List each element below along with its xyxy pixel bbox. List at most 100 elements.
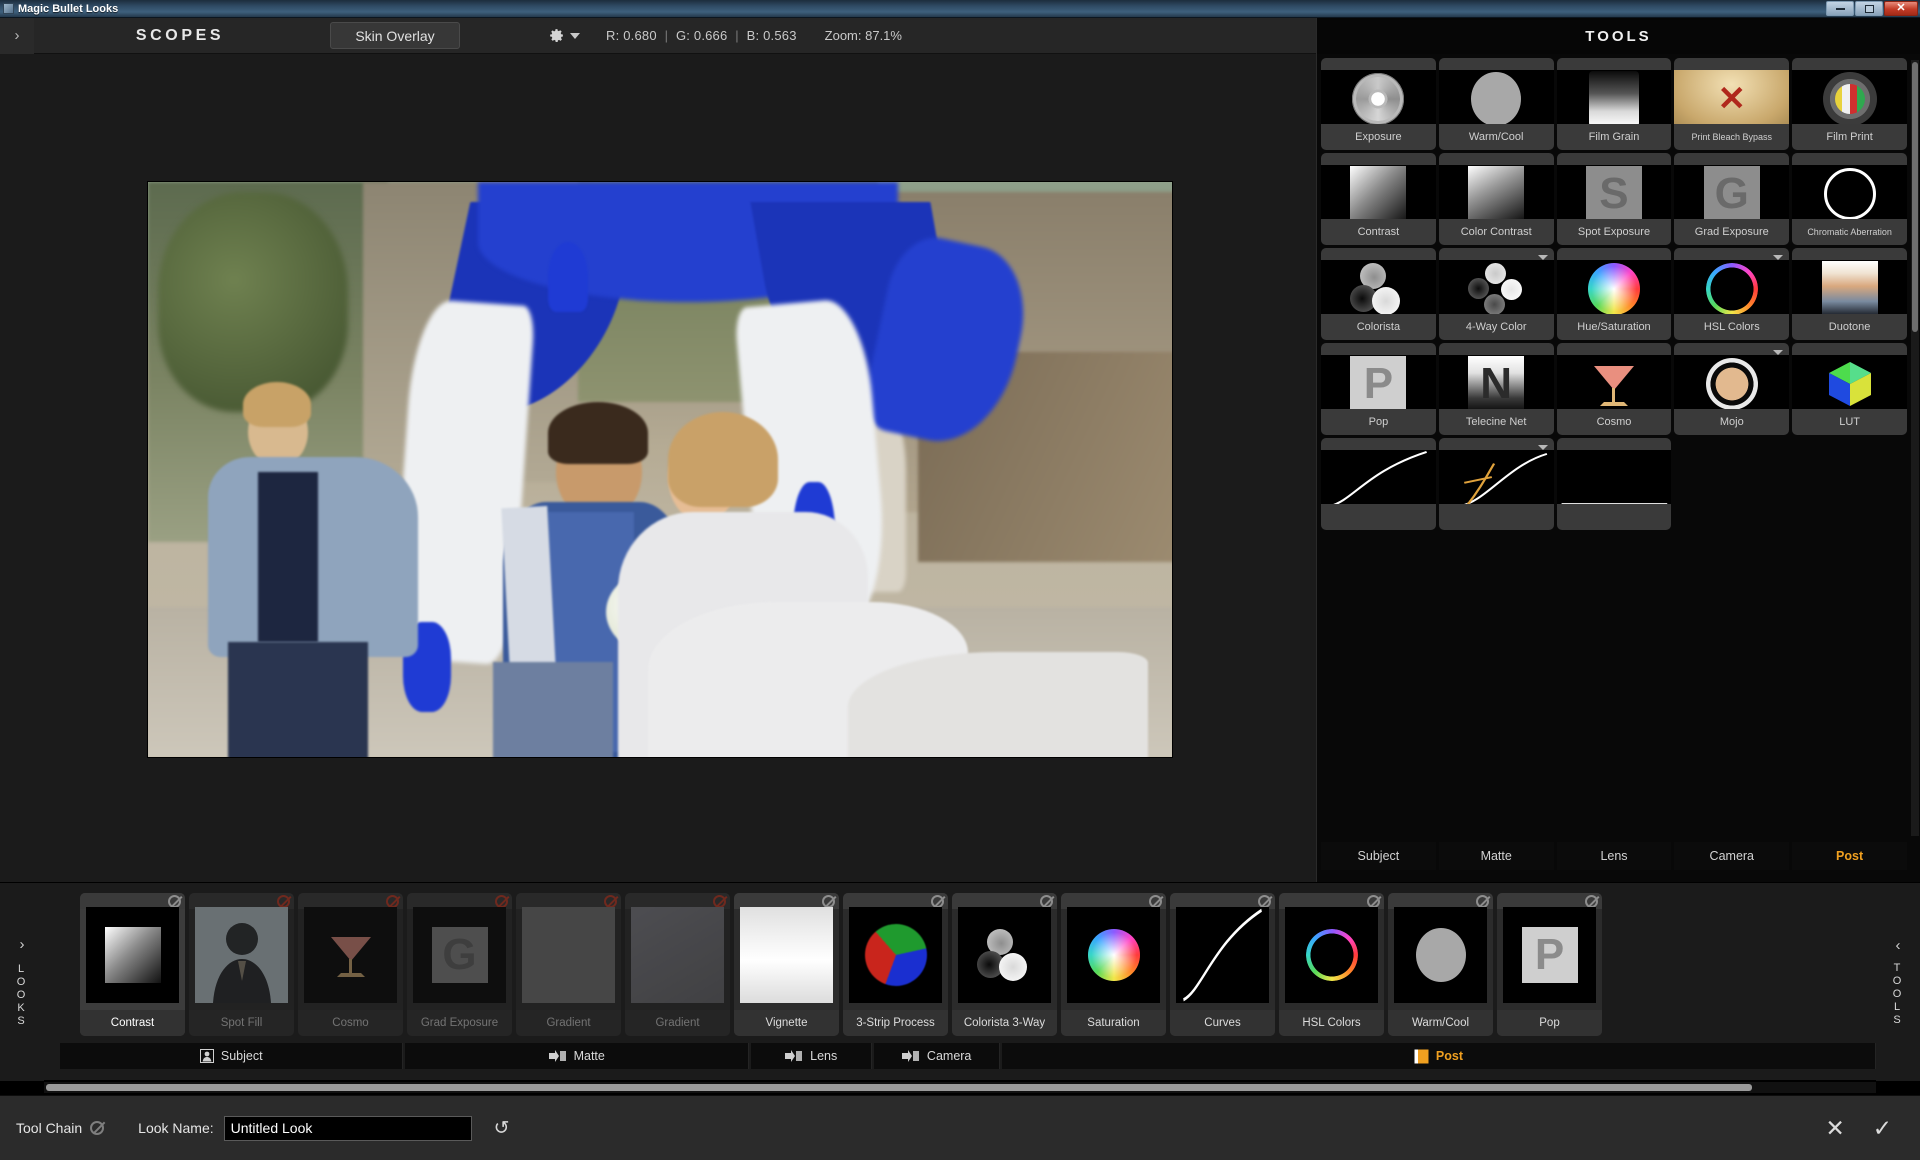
tool-item[interactable]: N Telecine Net [1438,343,1554,435]
letter-p-icon: P [1350,356,1407,412]
tool-item[interactable]: Colorista [1321,248,1436,340]
tool-item-thumbnail [1674,355,1790,413]
tool-item[interactable]: Film Grain [1556,58,1672,150]
tool-item[interactable]: HSL Colors [1674,248,1790,340]
tool-item-label: Chromatic Aberration [1792,219,1907,245]
matte-curve-icon [1438,450,1554,508]
tool-chain-item-thumbnail [86,907,179,1003]
tool-item-label [1321,504,1436,530]
chain-tab-matte[interactable]: Matte [405,1043,749,1069]
tools-rail[interactable]: ‹ TOOLS [1876,883,1920,1081]
tools-collapse-chevron-icon[interactable]: ‹ [1896,937,1901,954]
settings-gear-button[interactable] [548,27,580,44]
accept-button[interactable]: ✓ [1873,1115,1892,1142]
minimize-button[interactable] [1826,1,1854,16]
tool-item[interactable]: G Grad Exposure [1674,153,1790,245]
tool-chain-scrollbar[interactable] [44,1082,1876,1093]
tool-item[interactable]: Warm/Cool [1438,58,1554,150]
tool-chain-list[interactable]: Contrast Spot Fill Cosmo G Grad Exposure Grad… [44,883,1876,1043]
reset-icon[interactable]: ↺ [494,1117,510,1140]
tool-item-thumbnail [1792,165,1907,223]
letter-s-icon: S [1585,166,1642,222]
tool-item[interactable] [1321,438,1436,530]
tool-item[interactable]: 4-Way Color [1438,248,1554,340]
tool-chain-item[interactable]: 3-Strip Process [843,893,948,1036]
tool-item[interactable]: Cosmo [1556,343,1672,435]
tool-item-label: Warm/Cool [1438,124,1554,150]
tool-chain-item-thumbnail [195,907,288,1003]
look-name-input[interactable] [223,1115,472,1141]
preview-image[interactable] [147,181,1173,758]
tool-chain-item[interactable]: Contrast [80,893,185,1036]
tools-tab-matte[interactable]: Matte [1438,842,1554,870]
looks-rail-label: LOOKS [16,963,28,1027]
contrast-gradient-icon [104,927,161,983]
tool-item[interactable]: Duotone [1792,248,1907,340]
hue-wheel-icon [1087,929,1140,981]
tool-chain-item-thumbnail [522,907,615,1003]
chain-tab-subject[interactable]: Subject [60,1043,404,1069]
readout-b: B: 0.563 [746,28,797,43]
chain-tab-lens[interactable]: Lens [750,1043,873,1069]
tool-item[interactable]: Exposure [1321,58,1436,150]
tool-chain-item[interactable]: Warm/Cool [1388,893,1493,1036]
tool-item-label: Cosmo [1556,409,1672,435]
tool-chain-item[interactable]: Colorista 3-Way [952,893,1057,1036]
close-button[interactable]: ✕ [1884,1,1918,16]
tool-chain-item[interactable]: Cosmo [298,893,403,1036]
hue-wheel-icon [1587,263,1640,315]
window-controls: ✕ [1826,1,1918,16]
tool-chain-item[interactable]: Gradient [516,893,621,1036]
tool-item[interactable]: Color Contrast [1438,153,1554,245]
tool-chain-item[interactable]: HSL Colors [1279,893,1384,1036]
tools-scrollbar[interactable] [1911,60,1919,836]
tool-item-thumbnail [1321,165,1436,223]
tools-tab-post[interactable]: Post [1792,842,1907,870]
tool-item[interactable]: S Spot Exposure [1556,153,1672,245]
film-reel-icon [1822,72,1877,126]
tool-item[interactable]: Chromatic Aberration [1792,153,1907,245]
martini-glass-icon [327,929,375,981]
mojo-ring-icon [1705,358,1758,410]
vignette-icon [740,907,833,1003]
wedding-photo [148,182,1172,757]
cancel-button[interactable]: ✕ [1825,1115,1844,1142]
tool-item[interactable]: Mojo [1674,343,1790,435]
chain-tab-camera[interactable]: Camera [874,1043,1000,1069]
tool-chain-disabled-icon[interactable] [90,1121,105,1135]
tool-chain-item[interactable]: Vignette [734,893,839,1036]
tools-tab-lens[interactable]: Lens [1556,842,1672,870]
tool-chain-item[interactable]: Spot Fill [189,893,294,1036]
tool-item[interactable]: Hue/Saturation [1556,248,1672,340]
tool-item[interactable] [1438,438,1554,530]
tool-item[interactable]: Contrast [1321,153,1436,245]
tool-item-label: 4-Way Color [1438,314,1554,340]
tools-tab-subject[interactable]: Subject [1321,842,1436,870]
tool-chain-item[interactable]: P Pop [1497,893,1602,1036]
image-viewer[interactable] [0,54,1316,882]
tool-item[interactable]: ✕ Print Bleach Bypass [1674,58,1790,150]
tool-item[interactable]: LUT [1792,343,1907,435]
scopes-expand-button[interactable]: › [0,17,34,54]
tools-tab-camera[interactable]: Camera [1674,842,1790,870]
tool-item[interactable]: P Pop [1321,343,1436,435]
tab-skin-overlay[interactable]: Skin Overlay [330,22,460,49]
tool-chain-item[interactable]: Curves [1170,893,1275,1036]
looks-expand-chevron-icon[interactable]: › [20,936,25,953]
maximize-button[interactable] [1855,1,1883,16]
tool-item-thumbnail [1438,70,1554,128]
duotone-gradient-icon [1821,261,1878,317]
looks-rail[interactable]: › LOOKS [0,883,44,1081]
tool-item[interactable] [1556,438,1672,530]
tool-chain-scrollbar-thumb[interactable] [46,1084,1752,1091]
chain-tab-post[interactable]: Post [1001,1043,1877,1069]
tool-item[interactable]: Film Print [1792,58,1907,150]
tool-item-label: Mojo [1674,409,1790,435]
tool-chain-item[interactable]: Saturation [1061,893,1166,1036]
tool-chain-item[interactable]: G Grad Exposure [407,893,512,1036]
tools-scrollbar-thumb[interactable] [1912,62,1918,332]
tool-chain-item[interactable]: Gradient [625,893,730,1036]
tool-item-label: Grad Exposure [1674,219,1790,245]
tool-chain-item-label: Gradient [625,1010,730,1036]
tools-panel: TOOLS Exposure Warm/Cool Film Grain ✕ Print … [1316,18,1920,882]
